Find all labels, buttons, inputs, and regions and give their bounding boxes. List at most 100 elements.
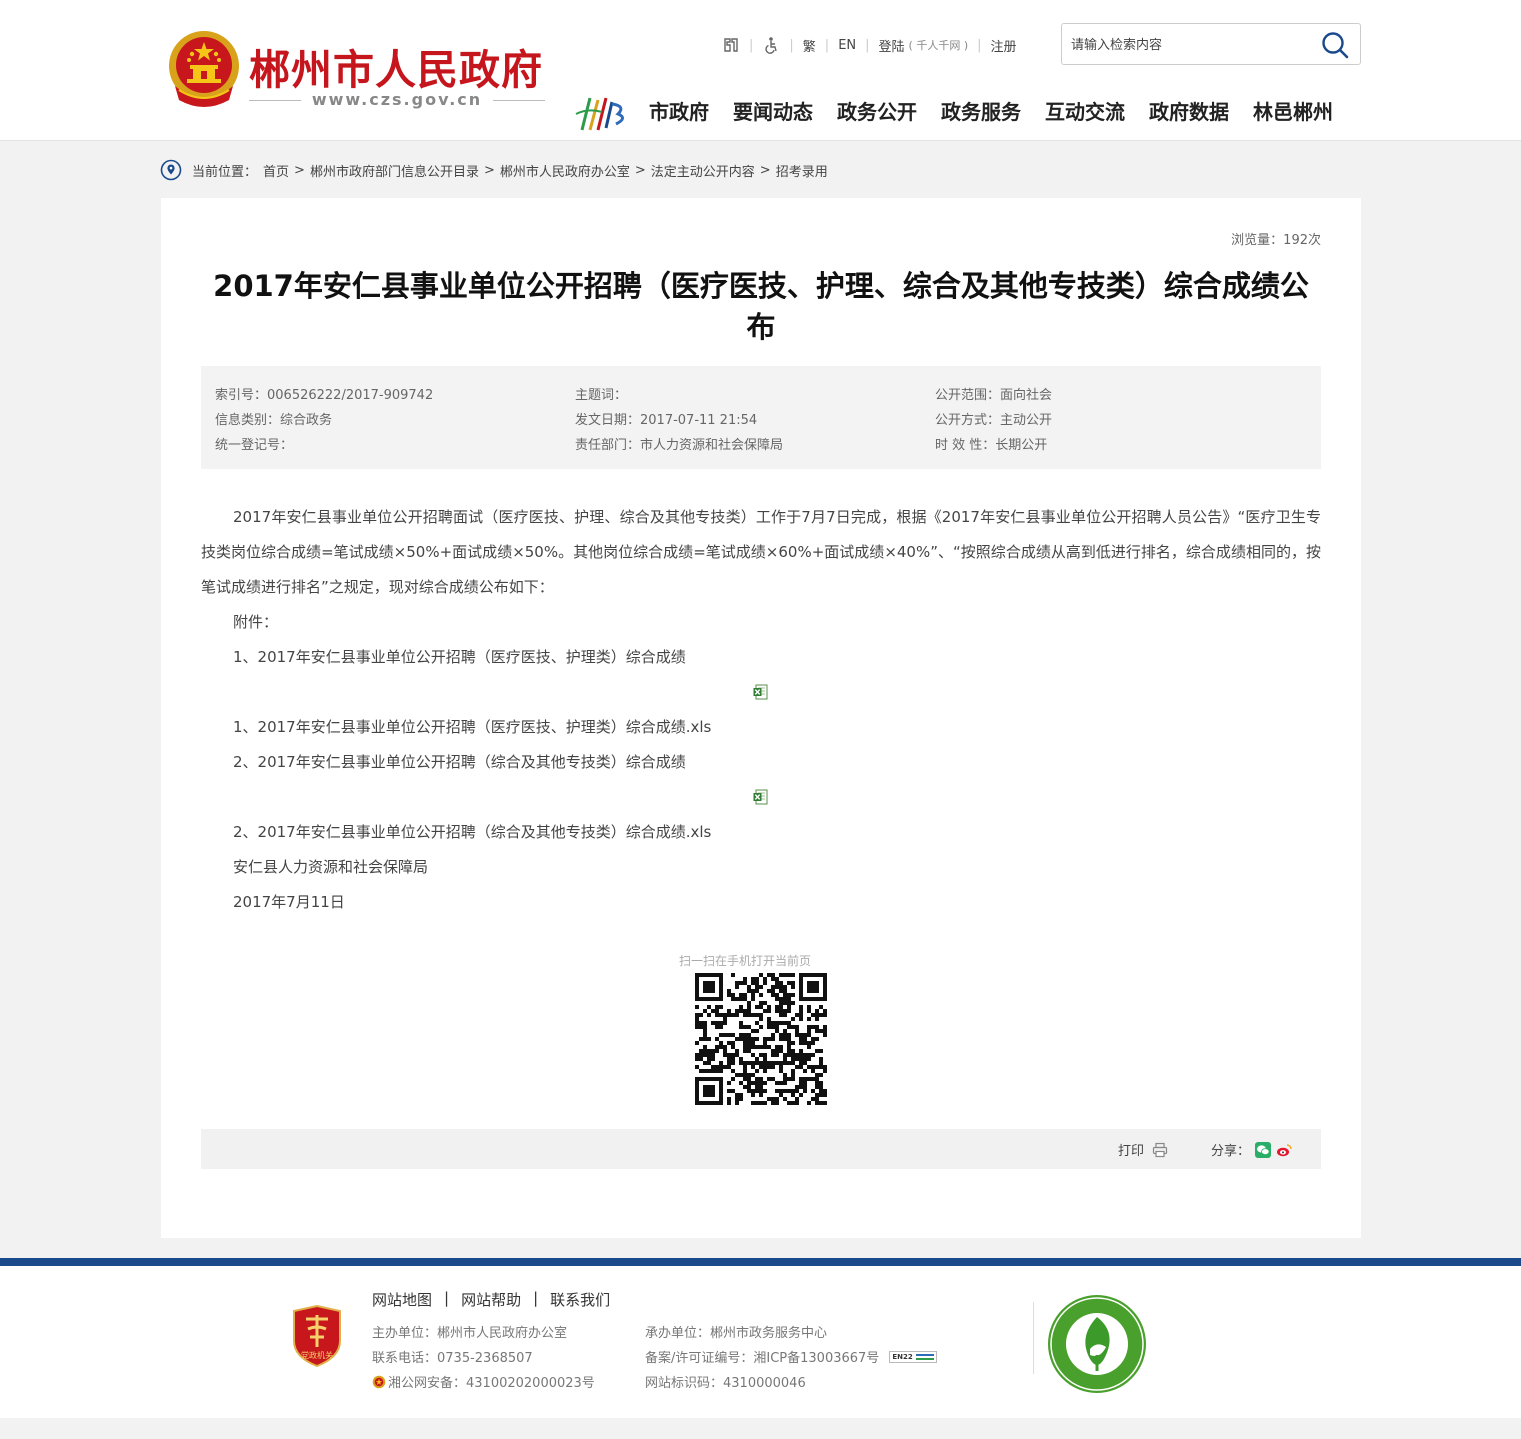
footer-link-help[interactable]: 网站帮助 — [461, 1289, 521, 1310]
breadcrumb-recruitment[interactable]: 招考录用 — [776, 161, 828, 180]
qr-module — [791, 1017, 795, 1021]
footer-link-sitemap[interactable]: 网站地图 — [372, 1289, 432, 1310]
qr-module — [787, 1101, 791, 1105]
qr-module — [759, 1065, 763, 1069]
national-emblem-icon[interactable] — [165, 28, 243, 110]
qr-module — [731, 1077, 735, 1081]
qr-module — [731, 1057, 735, 1061]
qr-module — [739, 1097, 743, 1101]
en22-badge[interactable]: EN22 — [889, 1350, 938, 1363]
breadcrumb-home[interactable]: 首页 — [263, 161, 289, 180]
qr-module — [795, 1085, 799, 1089]
qr-module — [759, 1045, 763, 1049]
qr-module — [767, 1021, 771, 1025]
qr-module — [731, 997, 735, 1001]
footer-link-contact[interactable]: 联系我们 — [550, 1289, 610, 1310]
qr-module — [815, 1013, 819, 1017]
search-input[interactable] — [1071, 34, 1311, 56]
separator: | — [865, 37, 870, 53]
weibo-share-icon[interactable] — [1276, 1142, 1292, 1158]
breadcrumb-statutory-content[interactable]: 法定主动公开内容 — [651, 161, 755, 180]
nav-item-gov-affairs-open[interactable]: 政务公开 — [837, 96, 917, 125]
search-box — [1061, 23, 1361, 65]
qr-module — [783, 1021, 787, 1025]
qr-module — [695, 1025, 699, 1029]
qr-module — [799, 1041, 803, 1045]
traditional-chinese-link[interactable]: 繁 — [803, 36, 816, 55]
qr-module — [795, 1097, 799, 1101]
qr-module — [751, 1093, 755, 1097]
qr-module — [743, 1077, 747, 1081]
qr-module — [711, 1065, 715, 1069]
attachment-2-file-link[interactable]: 2、2017年安仁县事业单位公开招聘（综合及其他专技类）综合成绩.xls — [201, 815, 1321, 850]
qr-module — [819, 1089, 823, 1093]
nav-item-gov-services[interactable]: 政务服务 — [941, 96, 1021, 125]
excel-file-icon[interactable] — [753, 789, 769, 805]
qr-module — [787, 1009, 791, 1013]
qr-module — [751, 993, 755, 997]
english-link[interactable]: EN — [838, 38, 856, 53]
attachment-1-icon-row — [201, 675, 1321, 710]
qr-module — [803, 1057, 807, 1061]
qr-module — [763, 1069, 767, 1073]
qr-module — [695, 1017, 699, 1021]
qr-module — [799, 1013, 803, 1017]
qr-module — [755, 1029, 759, 1033]
nav-item-interaction[interactable]: 互动交流 — [1045, 96, 1125, 125]
qr-module — [739, 1073, 743, 1077]
footer: 党政机关 网站地图 | 网站帮助 | 联系我们 主办单位：郴州市人民政府办公室 … — [0, 1266, 1521, 1418]
qr-module — [739, 1037, 743, 1041]
qr-module — [775, 1029, 779, 1033]
footer-police[interactable]: 湘公网安备：43100202000023号 — [388, 1372, 595, 1391]
register-link[interactable]: 注册 — [991, 36, 1017, 55]
nav-item-linyi-chenzhou[interactable]: 林邑郴州 — [1253, 96, 1333, 125]
meta-method: 公开方式：主动公开 — [935, 413, 1053, 428]
civilization-badge-icon[interactable] — [1046, 1293, 1148, 1395]
attachment-2-title: 2、2017年安仁县事业单位公开招聘（综合及其他专技类）综合成绩 — [233, 753, 686, 771]
separator: | — [977, 37, 982, 53]
breadcrumb-gov-office[interactable]: 郴州市人民政府办公室 — [500, 161, 630, 180]
qr-module — [703, 1009, 707, 1013]
qr-module — [735, 1101, 739, 1105]
qr-module — [695, 1021, 699, 1025]
qr-module — [787, 973, 791, 977]
qr-module — [747, 1001, 751, 1005]
qr-module — [795, 1053, 799, 1057]
qr-module — [779, 1061, 783, 1065]
party-government-badge-icon[interactable]: 党政机关 — [290, 1305, 344, 1367]
qr-caption: 扫一扫在手机打开当前页 — [678, 954, 811, 968]
qr-module — [775, 993, 779, 997]
search-icon[interactable] — [1320, 30, 1350, 60]
qr-module — [715, 1065, 719, 1069]
elderly-mode-icon[interactable] — [722, 36, 740, 54]
attachment-2-icon-row — [201, 780, 1321, 815]
footer-icp[interactable]: 备案/许可证编号：湘ICP备13003667号 — [645, 1347, 879, 1366]
qr-module — [711, 1053, 715, 1057]
excel-file-icon[interactable] — [753, 684, 769, 700]
wechat-share-icon[interactable] — [1255, 1141, 1272, 1158]
qr-module — [787, 1089, 791, 1093]
footer-police-group: 湘公网安备：43100202000023号 — [372, 1372, 595, 1391]
qr-module — [815, 1077, 819, 1081]
qr-module — [815, 1009, 819, 1013]
nav-item-gov-data[interactable]: 政府数据 — [1149, 96, 1229, 125]
nav-item-news[interactable]: 要闻动态 — [733, 96, 813, 125]
qr-module — [823, 1025, 827, 1029]
login-link[interactable]: 登陆 — [879, 36, 905, 55]
article-toolbar: 打印 分享： — [201, 1129, 1321, 1169]
qr-module — [767, 1037, 771, 1041]
breadcrumb-dept-directory[interactable]: 郴州市政府部门信息公开目录 — [310, 161, 479, 180]
article-panel: 浏览量：192次 2017年安仁县事业单位公开招聘（医疗医技、护理、综合及其他专… — [161, 198, 1361, 1238]
qr-module — [791, 1025, 795, 1029]
qr-module — [719, 1065, 723, 1069]
qr-module — [731, 993, 735, 997]
accessibility-icon[interactable] — [762, 36, 780, 54]
nav-item-city-government[interactable]: 市政府 — [649, 96, 709, 125]
qr-module — [803, 1069, 807, 1073]
attachment-1-file-link[interactable]: 1、2017年安仁县事业单位公开招聘（医疗医技、护理类）综合成绩.xls — [201, 710, 1321, 745]
qr-module — [759, 1001, 763, 1005]
qr-module — [787, 1053, 791, 1057]
qr-module — [783, 1013, 787, 1017]
print-button[interactable]: 打印 — [1118, 1140, 1168, 1159]
site-name[interactable]: 郴州市人民政府 — [249, 36, 543, 96]
